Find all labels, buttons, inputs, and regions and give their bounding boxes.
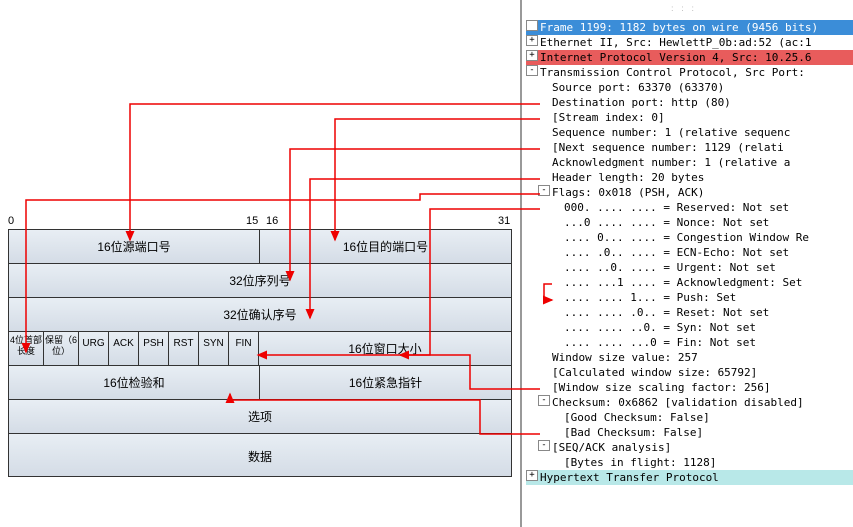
tree-ip[interactable]: +Internet Protocol Version 4, Src: 10.25… <box>526 50 853 65</box>
expand-icon[interactable]: + <box>526 50 538 61</box>
tree-goodck[interactable]: [Good Checksum: False] <box>526 410 853 425</box>
tree-http[interactable]: +Hypertext Transfer Protocol <box>526 470 853 485</box>
field-window: 16位窗口大小 <box>259 332 511 365</box>
tree-tcp[interactable]: -Transmission Control Protocol, Src Port… <box>526 65 853 80</box>
field-source-port: 16位源端口号 <box>9 230 260 263</box>
tree-nextseq[interactable]: [Next sequence number: 1129 (relati <box>526 140 853 155</box>
field-sequence: 32位序列号 <box>9 264 511 297</box>
tree-flag-ecn[interactable]: .... .0.. .... = ECN-Echo: Not set <box>526 245 853 260</box>
field-urgent-ptr: 16位紧急指针 <box>260 366 511 399</box>
tree-ethernet[interactable]: +Ethernet II, Src: HewlettP_0b:ad:52 (ac… <box>526 35 853 50</box>
field-dest-port: 16位目的端口号 <box>260 230 511 263</box>
tree-winscale[interactable]: [Window size scaling factor: 256] <box>526 380 853 395</box>
field-checksum: 16位检验和 <box>9 366 260 399</box>
flag-urg: URG <box>79 332 109 365</box>
field-header-len: 4位首部长度 <box>9 332 44 365</box>
tree-calcwin[interactable]: [Calculated window size: 65792] <box>526 365 853 380</box>
tree-flag-psh[interactable]: .... .... 1... = Push: Set <box>526 290 853 305</box>
tree-cksum[interactable]: -Checksum: 0x6862 [validation disabled] <box>526 395 853 410</box>
tree-flag-fin[interactable]: .... .... ...0 = Fin: Not set <box>526 335 853 350</box>
tree-flag-syn[interactable]: .... .... ..0. = Syn: Not set <box>526 320 853 335</box>
tree-flag-urg[interactable]: .... ..0. .... = Urgent: Not set <box>526 260 853 275</box>
field-data: 数据 <box>9 434 511 476</box>
collapse-icon[interactable]: - <box>538 395 550 406</box>
flag-ack: ACK <box>109 332 139 365</box>
flag-psh: PSH <box>139 332 169 365</box>
tree-flag-ack[interactable]: .... ...1 .... = Acknowledgment: Set <box>526 275 853 290</box>
flag-fin: FIN <box>229 332 259 365</box>
packet-tree: +Frame 1199: 1182 bytes on wire (9456 bi… <box>520 0 853 527</box>
tree-win[interactable]: Window size value: 257 <box>526 350 853 365</box>
tree-flag-rst[interactable]: .... .... .0.. = Reset: Not set <box>526 305 853 320</box>
pane-handle[interactable]: ::: <box>520 4 853 13</box>
tree-flag-nonce[interactable]: ...0 .... .... = Nonce: Not set <box>526 215 853 230</box>
tree-stream[interactable]: [Stream index: 0] <box>526 110 853 125</box>
collapse-icon[interactable]: - <box>538 440 550 451</box>
tree-seq[interactable]: Sequence number: 1 (relative sequenc <box>526 125 853 140</box>
flag-syn: SYN <box>199 332 229 365</box>
expand-icon[interactable]: + <box>526 20 538 31</box>
tree-dstport[interactable]: Destination port: http (80) <box>526 95 853 110</box>
collapse-icon[interactable]: - <box>538 185 550 196</box>
tree-flags[interactable]: -Flags: 0x018 (PSH, ACK) <box>526 185 853 200</box>
expand-icon[interactable]: + <box>526 470 538 481</box>
flag-rst: RST <box>169 332 199 365</box>
field-ack: 32位确认序号 <box>9 298 511 331</box>
expand-icon[interactable]: + <box>526 35 538 46</box>
tcp-header-diagram: 16位源端口号 16位目的端口号 32位序列号 32位确认序号 4位首部长度 保… <box>8 230 512 477</box>
collapse-icon[interactable]: - <box>526 65 538 76</box>
tree-bytes[interactable]: [Bytes in flight: 1128] <box>526 455 853 470</box>
tree-seqack[interactable]: -[SEQ/ACK analysis] <box>526 440 853 455</box>
tree-badck[interactable]: [Bad Checksum: False] <box>526 425 853 440</box>
tree-acknum[interactable]: Acknowledgment number: 1 (relative a <box>526 155 853 170</box>
tree-srcport[interactable]: Source port: 63370 (63370) <box>526 80 853 95</box>
field-reserved: 保留（6位） <box>44 332 79 365</box>
tree-hlen[interactable]: Header length: 20 bytes <box>526 170 853 185</box>
tree-frame[interactable]: +Frame 1199: 1182 bytes on wire (9456 bi… <box>526 20 853 35</box>
field-options: 选项 <box>9 400 511 433</box>
tree-flag-cwr[interactable]: .... 0... .... = Congestion Window Re <box>526 230 853 245</box>
tree-flag-reserved[interactable]: 000. .... .... = Reserved: Not set <box>526 200 853 215</box>
